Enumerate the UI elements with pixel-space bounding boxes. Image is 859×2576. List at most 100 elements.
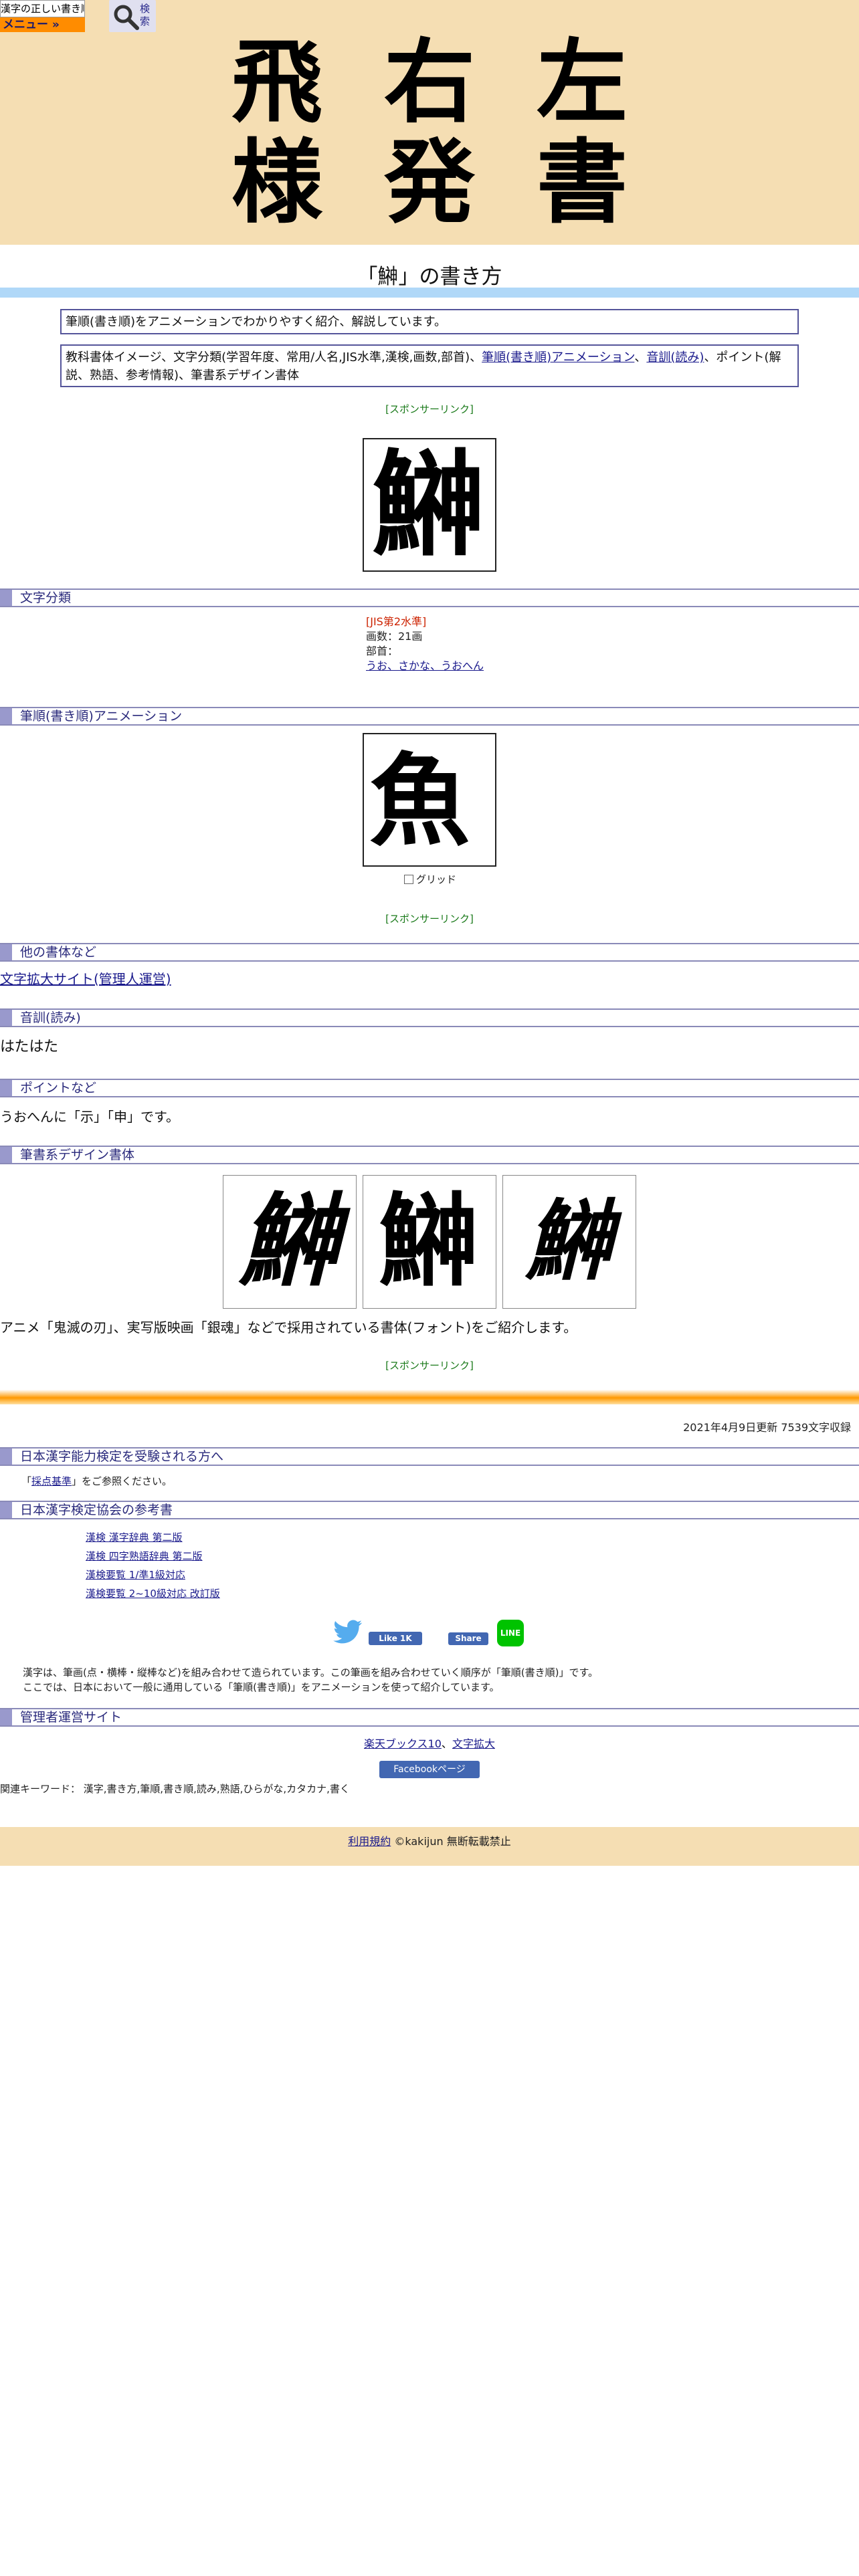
like-label: Like 1K	[379, 1634, 412, 1643]
text-enlarge-site-link[interactable]: 文字拡大サイト(管理人運営)	[0, 971, 171, 987]
reference-book-link[interactable]: 漢検 四字熟語辞典 第二版	[86, 1550, 203, 1562]
reference-book-link[interactable]: 漢検要覧 2~10級対応 改訂版	[86, 1588, 220, 1600]
twitter-icon[interactable]	[333, 1620, 363, 1645]
scoring-criteria-link[interactable]: 採点基準	[31, 1475, 72, 1487]
related-keywords: 関連キーワード： 漢字,書き方,筆順,書き順,読み,熟語,ひらがな,カタカナ,書…	[0, 1783, 350, 1795]
title-divider	[0, 288, 859, 298]
title-char: 飛	[231, 29, 322, 136]
other-fonts-text: 文字拡大サイト(管理人運営)	[0, 970, 171, 988]
section-marker	[0, 1010, 12, 1026]
main-kanji-image: 鰰	[363, 438, 496, 572]
page-title: 「鰰」の書き方	[357, 265, 502, 289]
search-button[interactable]: 検索	[109, 0, 156, 32]
section-marker	[0, 1502, 12, 1518]
section-heading-kentei: 日本漢字能力検定を受験される方へ	[0, 1447, 859, 1466]
title-logo[interactable]: 飛 右 左 様 発 書	[201, 32, 658, 233]
title-char: 発	[384, 129, 475, 236]
section-marker	[0, 590, 12, 606]
point-text: うおへんに「示」「申」です。	[0, 1109, 179, 1125]
section-title: 日本漢字検定協会の参考書	[20, 1503, 173, 1517]
intro-separator: 、	[634, 350, 647, 364]
section-heading-design-fonts: 筆書系デザイン書体	[0, 1146, 859, 1164]
jis-level: [JIS第2水準]	[366, 615, 427, 628]
section-heading-kentei-ref: 日本漢字検定協会の参考書	[0, 1501, 859, 1519]
sponsor-label: [スポンサーリンク]	[385, 913, 474, 925]
design-font-sample-1: 鰰	[223, 1175, 357, 1309]
reading-anchor-link[interactable]: 音訓(読み)	[646, 350, 704, 364]
line-share-icon[interactable]: LINE	[497, 1620, 524, 1646]
facebook-share-button[interactable]: Share	[448, 1632, 488, 1645]
title-char: 様	[231, 129, 322, 236]
section-heading-animation: 筆順(書き順)アニメーション	[0, 707, 859, 726]
intro-box-summary: 筆順(書き順)をアニメーションでわかりやすく紹介、解説しています。	[60, 309, 799, 334]
section-title: 日本漢字能力検定を受験される方へ	[20, 1449, 224, 1464]
admin-separator: 、	[441, 1737, 452, 1750]
search-label: 検索	[140, 3, 151, 27]
reference-books-list: 漢検 漢字辞典 第二版 漢検 四字熟語辞典 第二版 漢検要覧 1/準1級対応 漢…	[86, 1528, 220, 1603]
grid-checkbox[interactable]	[404, 875, 413, 884]
copyright: ©kakijun 無断転載禁止	[394, 1835, 511, 1848]
section-heading-admin: 管理者運営サイト	[0, 1708, 859, 1727]
explanation-line: 漢字は、筆画(点・横棒・縦棒など)を組み合わせて造られています。この筆画を組み合…	[23, 1667, 598, 1679]
section-heading-point: ポイントなど	[0, 1079, 859, 1097]
design-font-sample-2: 鰰	[363, 1175, 496, 1309]
site-logo[interactable]: 漢字の正しい書き順(筆順)	[0, 0, 85, 17]
site-footer: 利用規約 ©kakijun 無断転載禁止	[0, 1827, 859, 1866]
explanation-text: 漢字は、筆画(点・横棒・縦棒など)を組み合わせて造られています。この筆画を組み合…	[23, 1665, 839, 1695]
rakuten-books-link[interactable]: 楽天ブックス10	[364, 1737, 442, 1750]
facebook-like-button[interactable]: Like 1K	[369, 1632, 422, 1645]
menu-button[interactable]: メニュー »	[0, 17, 85, 32]
reference-book-link[interactable]: 漢検 漢字辞典 第二版	[86, 1531, 183, 1543]
site-header: 漢字の正しい書き順(筆順) メニュー » 検索 飛 右 左 様 発 書	[0, 0, 859, 245]
explanation-line: ここでは、日本において一般に通用している「筆順(書き順)」をアニメーションを使っ…	[23, 1681, 500, 1693]
reference-book-link[interactable]: 漢検要覧 1/準1級対応	[86, 1569, 185, 1581]
intro-contents-text: 教科書体イメージ、文字分類(学習年度、常用/人名,JIS水準,漢検,画数,部首)…	[66, 350, 482, 364]
terms-link[interactable]: 利用規約	[348, 1835, 391, 1848]
section-heading-reading: 音訓(読み)	[0, 1008, 859, 1027]
title-char: 右	[384, 29, 475, 136]
stroke-order-animation: 魚	[363, 733, 496, 867]
section-marker	[0, 944, 12, 960]
orange-divider	[0, 1390, 859, 1404]
grid-toggle[interactable]: グリッド	[404, 872, 456, 886]
title-char: 左	[537, 29, 628, 136]
last-updated: 2021年4月9日更新 7539文字収録	[683, 1421, 851, 1434]
intro-text: 筆順(書き順)をアニメーションでわかりやすく紹介、解説しています。	[66, 315, 446, 329]
facebook-page-label: Facebookページ	[393, 1764, 466, 1775]
search-icon	[114, 5, 139, 30]
section-title: 文字分類	[20, 591, 72, 605]
intro-box-contents: 教科書体イメージ、文字分類(学習年度、常用/人名,JIS水準,漢検,画数,部首)…	[60, 344, 799, 387]
grid-label: グリッド	[416, 873, 457, 885]
section-title: 筆書系デザイン書体	[20, 1148, 135, 1162]
kentei-text-pre: 「	[21, 1475, 32, 1487]
section-marker	[0, 1080, 12, 1096]
section-marker	[0, 1448, 12, 1465]
kentei-text-post: 」をご参照ください。	[72, 1475, 173, 1487]
radical-link[interactable]: うお、さかな、うおへん	[366, 659, 484, 672]
section-heading-classification: 文字分類	[0, 588, 859, 607]
admin-sites-links: 楽天ブックス10、文字拡大	[0, 1735, 859, 1751]
section-title: 管理者運営サイト	[20, 1710, 122, 1725]
section-marker	[0, 1147, 12, 1163]
design-font-sample-3: 鰰	[502, 1175, 636, 1309]
footer-text: 利用規約 ©kakijun 無断転載禁止	[0, 1832, 859, 1848]
section-title: ポイントなど	[20, 1081, 97, 1095]
reading-text: はたはた	[0, 1039, 59, 1055]
section-marker	[0, 708, 12, 724]
radical-label: 部首：	[366, 645, 399, 657]
line-label: LINE	[500, 1628, 521, 1638]
stroke-count: 画数：21画	[366, 630, 423, 643]
share-label: Share	[455, 1634, 482, 1643]
kentei-text: 「採点基準」をご参照ください。	[21, 1472, 172, 1491]
animation-anchor-link[interactable]: 筆順(書き順)アニメーション	[482, 350, 634, 364]
section-title: 音訓(読み)	[20, 1010, 81, 1025]
title-char: 書	[537, 129, 628, 236]
section-title: 他の書体など	[20, 945, 97, 960]
design-font-caption: アニメ「鬼滅の刃」、実写版映画「銀魂」などで採用されている書体(フォント)をご紹…	[0, 1319, 577, 1335]
section-marker	[0, 1709, 12, 1725]
section-title: 筆順(書き順)アニメーション	[20, 709, 183, 724]
facebook-page-button[interactable]: Facebookページ	[379, 1761, 480, 1778]
classification-info: [JIS第2水準] 画数：21画 部首： うお、さかな、うおへん	[366, 615, 634, 673]
text-enlarge-link[interactable]: 文字拡大	[452, 1737, 495, 1750]
sponsor-label: [スポンサーリンク]	[385, 1360, 474, 1372]
